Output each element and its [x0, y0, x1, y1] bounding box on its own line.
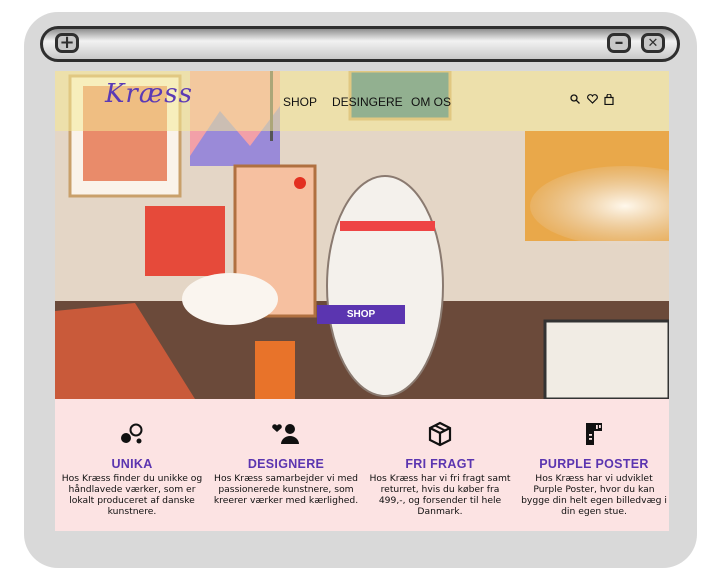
nav-about[interactable]: OM OS [411, 95, 451, 109]
add-tab-button[interactable]: + [55, 33, 79, 53]
window-titlebar: + – ✕ [40, 26, 680, 62]
search-icon[interactable] [569, 93, 581, 105]
hero-image: Kræss SHOP DESINGERE OM OS SHOP [55, 71, 669, 399]
feature-text: Hos Kræss har vi udviklet Purple Poster,… [521, 473, 667, 517]
webpage: Kræss SHOP DESINGERE OM OS SHOP UNIKA Ho… [55, 71, 669, 531]
feature-text: Hos Kræss samarbejder vi med passionered… [213, 473, 359, 506]
bag-icon[interactable] [603, 93, 615, 105]
feature-title: PURPLE POSTER [539, 457, 649, 471]
feature-designere: DESIGNERE Hos Kræss samarbejder vi med p… [209, 399, 363, 531]
feature-purple-poster: PURPLE POSTER Hos Kræss har vi udviklet … [517, 399, 669, 531]
box-icon [363, 421, 517, 447]
feature-title: FRI FRAGT [405, 457, 475, 471]
nav-shop[interactable]: SHOP [283, 95, 317, 109]
feature-title: DESIGNERE [247, 457, 325, 471]
plus-icon: + [59, 32, 75, 53]
feature-unika: UNIKA Hos Kræss finder du unikke og hånd… [55, 399, 209, 531]
minimize-button[interactable]: – [607, 33, 631, 53]
close-icon: ✕ [647, 35, 659, 51]
ruler-icon [517, 421, 669, 447]
hero-shop-button[interactable]: SHOP [317, 305, 405, 324]
feature-section: UNIKA Hos Kræss finder du unikke og hånd… [55, 399, 669, 531]
circles-icon [55, 421, 209, 447]
close-button[interactable]: ✕ [641, 33, 665, 53]
feature-text: Hos Kræss har vi fri fragt samt returret… [369, 473, 511, 517]
user-heart-icon [209, 421, 363, 447]
site-logo[interactable]: Kræss [105, 79, 193, 109]
site-navbar: Kræss SHOP DESINGERE OM OS [55, 71, 669, 131]
feature-text: Hos Kræss finder du unikke og håndlavede… [61, 473, 203, 517]
feature-fri-fragt: FRI FRAGT Hos Kræss har vi fri fragt sam… [363, 399, 517, 531]
nav-designers[interactable]: DESINGERE [332, 95, 403, 109]
minimize-icon: – [614, 32, 624, 53]
heart-icon[interactable] [586, 93, 598, 105]
feature-title: UNIKA [111, 457, 153, 471]
